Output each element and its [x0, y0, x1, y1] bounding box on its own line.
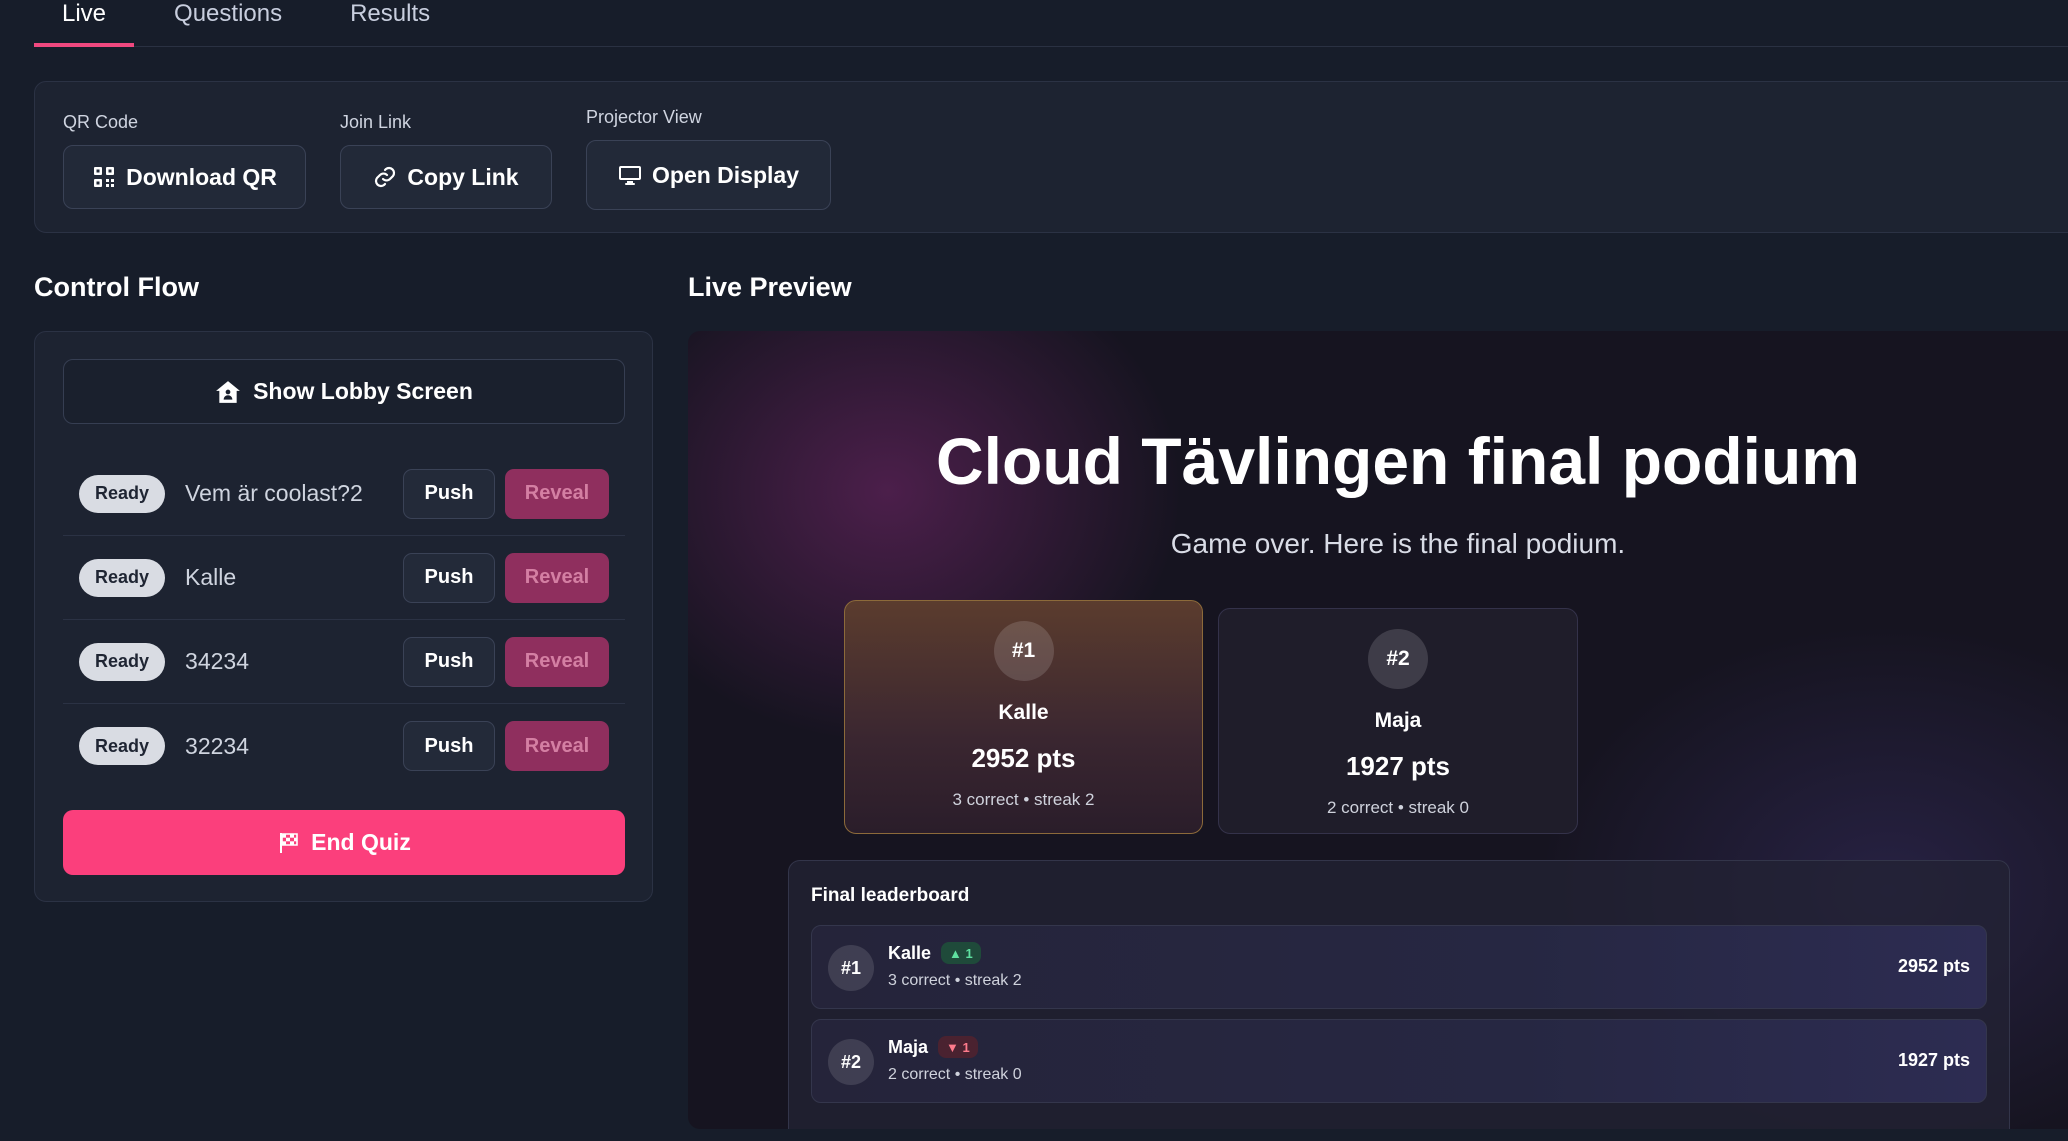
- final-leaderboard: Final leaderboard #1 Kalle ▲ 1 3 correct…: [788, 860, 2010, 1129]
- tab-bar: Live Questions Results: [34, 0, 2068, 47]
- question-row: Ready Kalle Push Reveal: [63, 536, 625, 620]
- control-flow-title: Control Flow: [34, 272, 199, 302]
- player-points: 1927 pts: [1897, 1050, 1970, 1070]
- tab-questions[interactable]: Questions: [134, 0, 310, 47]
- tab-questions-label: Questions: [174, 0, 283, 27]
- show-lobby-screen-button[interactable]: Show Lobby Screen: [63, 359, 625, 424]
- question-row: Ready 34234 Push Reveal: [63, 620, 625, 704]
- share-panel: QR Code Download QR Join Link Copy Link …: [34, 81, 2068, 233]
- tab-live-label: Live: [62, 0, 107, 27]
- join-link-group: Join Link Copy Link: [340, 112, 552, 209]
- player-stats: 3 correct • streak 2: [888, 972, 1022, 989]
- projector-view-group: Projector View Open Display: [586, 107, 831, 210]
- rank-badge: #1: [993, 621, 1054, 681]
- checkered-flag-icon: [280, 832, 298, 853]
- home-icon: [216, 380, 240, 403]
- reveal-button[interactable]: Reveal: [505, 552, 609, 603]
- push-button[interactable]: Push: [403, 721, 495, 771]
- leaderboard-row: #2 Maja ▼ 1 2 correct • streak 0 1927 pt…: [811, 1019, 1987, 1103]
- push-button[interactable]: Push: [403, 468, 495, 519]
- status-badge: Ready: [79, 474, 166, 513]
- live-preview-display: Cloud Tävlingen final podium Game over. …: [688, 331, 2068, 1129]
- player-points: 1927 pts: [1345, 751, 1451, 781]
- tab-results[interactable]: Results: [310, 0, 458, 47]
- tab-results-label: Results: [350, 0, 431, 27]
- question-text: Kalle: [185, 564, 237, 590]
- leaderboard-title: Final leaderboard: [811, 885, 970, 906]
- push-button[interactable]: Push: [403, 636, 495, 687]
- status-badge: Ready: [79, 727, 166, 765]
- rank-badge: #2: [828, 1039, 874, 1085]
- question-text: Vem är coolast?2: [185, 480, 363, 506]
- player-points: 2952 pts: [971, 743, 1076, 773]
- reveal-button[interactable]: Reveal: [505, 636, 609, 687]
- player-name-line: Kalle ▲ 1: [888, 942, 981, 964]
- podium-second-place: #2 Maja 1927 pts 2 correct • streak 0: [1218, 608, 1578, 834]
- player-name: Maja: [888, 1036, 929, 1057]
- podium-first-place: #1 Kalle 2952 pts 3 correct • streak 2: [844, 600, 1203, 834]
- show-lobby-screen-label: Show Lobby Screen: [253, 378, 473, 404]
- download-qr-button[interactable]: Download QR: [63, 145, 306, 209]
- download-qr-label: Download QR: [126, 163, 277, 190]
- question-text: 32234: [185, 732, 249, 759]
- copy-link-label: Copy Link: [407, 163, 519, 190]
- player-stats: 2 correct • streak 0: [888, 1066, 1022, 1083]
- player-name: Maja: [1374, 709, 1422, 732]
- push-button[interactable]: Push: [403, 552, 495, 603]
- player-name: Kalle: [888, 942, 932, 963]
- question-text: 34234: [185, 648, 249, 674]
- reveal-button[interactable]: Reveal: [505, 468, 609, 519]
- open-display-label: Open Display: [652, 161, 799, 188]
- player-name: Kalle: [998, 701, 1049, 724]
- leaderboard-row: #1 Kalle ▲ 1 3 correct • streak 2 2952 p…: [811, 925, 1987, 1009]
- player-stats: 2 correct • streak 0: [1326, 798, 1469, 817]
- player-points: 2952 pts: [1897, 956, 1970, 976]
- qr-code-group: QR Code Download QR: [63, 112, 306, 209]
- join-link-label: Join Link: [340, 112, 412, 132]
- question-row: Ready 32234 Push Reveal: [63, 704, 625, 788]
- end-quiz-button[interactable]: End Quiz: [63, 810, 625, 875]
- question-row: Ready Vem är coolast?2 Push Reveal: [63, 452, 625, 536]
- qr-icon: [94, 167, 115, 187]
- status-badge: Ready: [79, 558, 166, 597]
- rank-movement-badge: ▼ 1: [938, 1036, 978, 1058]
- monitor-icon: [619, 166, 641, 185]
- end-quiz-label: End Quiz: [311, 829, 411, 855]
- tab-live[interactable]: Live: [34, 0, 135, 47]
- projector-view-label: Projector View: [586, 107, 702, 127]
- copy-link-button[interactable]: Copy Link: [340, 145, 552, 209]
- preview-heading: Cloud Tävlingen final podium: [936, 424, 1860, 498]
- control-flow-panel: Show Lobby Screen Ready Vem är coolast?2…: [34, 331, 653, 902]
- qr-code-label: QR Code: [63, 112, 139, 132]
- status-badge: Ready: [79, 642, 166, 681]
- reveal-button[interactable]: Reveal: [505, 721, 609, 771]
- open-display-button[interactable]: Open Display: [586, 140, 831, 210]
- link-icon: [375, 166, 396, 188]
- preview-subheading: Game over. Here is the final podium.: [1170, 528, 1626, 559]
- rank-movement-badge: ▲ 1: [941, 942, 981, 964]
- live-preview-title: Live Preview: [688, 272, 852, 302]
- player-stats: 3 correct • streak 2: [952, 790, 1095, 809]
- rank-badge: #2: [1368, 629, 1428, 689]
- rank-badge: #1: [828, 945, 874, 991]
- player-name-line: Maja ▼ 1: [888, 1036, 978, 1058]
